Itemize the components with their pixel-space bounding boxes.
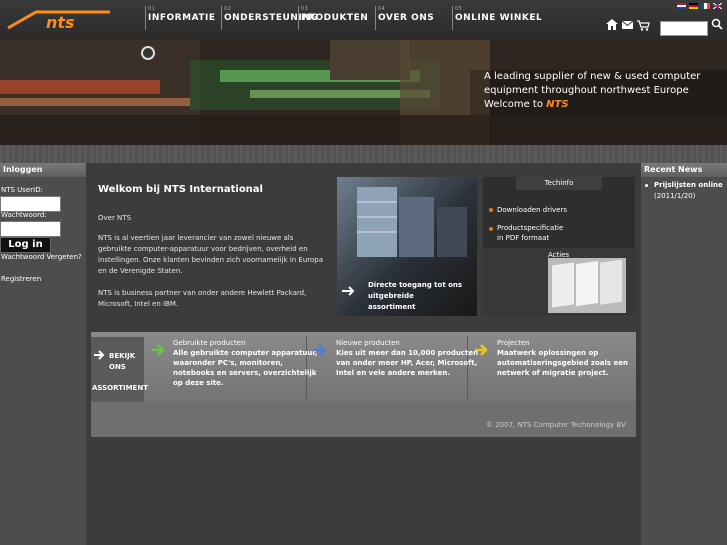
svg-text:nts: nts bbox=[46, 13, 75, 32]
about-paragraph-1: NTS is al veertien jaar leverancier van … bbox=[98, 234, 324, 275]
blue-arrow-icon bbox=[313, 344, 326, 356]
techinfo-tab[interactable]: Techinfo bbox=[516, 177, 602, 190]
arrow-right-icon bbox=[342, 286, 355, 296]
view-assortment-label-1[interactable]: BEKIJK bbox=[109, 351, 135, 362]
flag-nl-icon[interactable] bbox=[677, 3, 686, 9]
about-paragraph-2: NTS is business partner van onder andere… bbox=[98, 289, 307, 308]
cart-icon[interactable] bbox=[637, 20, 650, 31]
yellow-arrow-icon bbox=[475, 344, 488, 356]
page-title: Welkom bij NTS International bbox=[98, 184, 263, 195]
news-item-title[interactable]: Prijslijsten online bbox=[654, 181, 723, 189]
flag-fr-icon[interactable] bbox=[701, 3, 710, 9]
search-icon[interactable] bbox=[711, 18, 723, 30]
bullet-icon bbox=[489, 208, 493, 212]
register-link[interactable]: Registreren bbox=[1, 275, 41, 283]
banner-tagline: A leading supplier of new & used compute… bbox=[484, 71, 701, 110]
news-title: Recent News bbox=[641, 163, 727, 177]
acties-brochure-image[interactable] bbox=[548, 258, 626, 313]
promo-text[interactable]: Directe toegang tot ons uitgebreide assort… bbox=[368, 280, 462, 313]
search-input[interactable] bbox=[660, 21, 708, 36]
news-item-date: (2011/1/20) bbox=[654, 192, 696, 200]
news-panel: Recent News bbox=[641, 163, 727, 545]
copyright-text: © 2007, NTS Computer Techonology BV bbox=[486, 421, 626, 429]
password-label: Wachtwoord: bbox=[1, 211, 47, 219]
login-title: Inloggen bbox=[0, 163, 86, 177]
new-products-block[interactable]: Nieuwe producten Kies uit meer dan 10,00… bbox=[336, 338, 478, 378]
divider-strip bbox=[0, 145, 727, 163]
view-assortment-label-2[interactable]: ONS bbox=[109, 362, 126, 373]
server-photo bbox=[357, 187, 467, 257]
forgot-password-link[interactable]: Wachtwoord Vergeten? bbox=[1, 253, 82, 261]
nav-produkten[interactable]: 03 PRODUKTEN bbox=[298, 6, 368, 30]
nav-informatie[interactable]: 01 INFORMATIE bbox=[145, 6, 215, 30]
userid-label: NTS UserID: bbox=[1, 186, 43, 194]
home-icon[interactable] bbox=[606, 19, 618, 30]
green-arrow-icon bbox=[152, 344, 165, 356]
password-field[interactable] bbox=[0, 221, 61, 237]
projects-block[interactable]: Projecten Maatwerk oplossingen op automa… bbox=[497, 338, 628, 378]
userid-field[interactable] bbox=[0, 196, 61, 212]
product-spec-link[interactable]: Productspecificatie in PDF formaat bbox=[497, 223, 563, 243]
nav-over-ons[interactable]: 04 OVER ONS bbox=[375, 6, 434, 30]
login-button[interactable]: Log in bbox=[0, 237, 51, 253]
flag-uk-icon[interactable] bbox=[713, 3, 722, 9]
about-title: Over NTS bbox=[98, 214, 132, 222]
news-bullet bbox=[645, 184, 648, 187]
arrow-right-icon bbox=[94, 350, 105, 360]
nts-logo[interactable]: nts bbox=[6, 8, 112, 32]
mail-icon[interactable] bbox=[622, 21, 633, 29]
view-assortment-label-3[interactable]: ASSORTIMENT bbox=[92, 383, 148, 394]
new-products-title[interactable]: Nieuwe producten bbox=[336, 338, 478, 348]
used-products-block[interactable]: Gebruikte producten Alle gebruikte compu… bbox=[173, 338, 317, 388]
flag-de-icon[interactable] bbox=[689, 3, 698, 9]
bullet-icon bbox=[489, 227, 493, 231]
used-products-title[interactable]: Gebruikte producten bbox=[173, 338, 317, 348]
projects-title[interactable]: Projecten bbox=[497, 338, 628, 348]
nav-online-winkel[interactable]: 05 ONLINE WINKEL bbox=[452, 6, 542, 30]
download-drivers-link[interactable]: Downloaden drivers bbox=[497, 205, 567, 215]
